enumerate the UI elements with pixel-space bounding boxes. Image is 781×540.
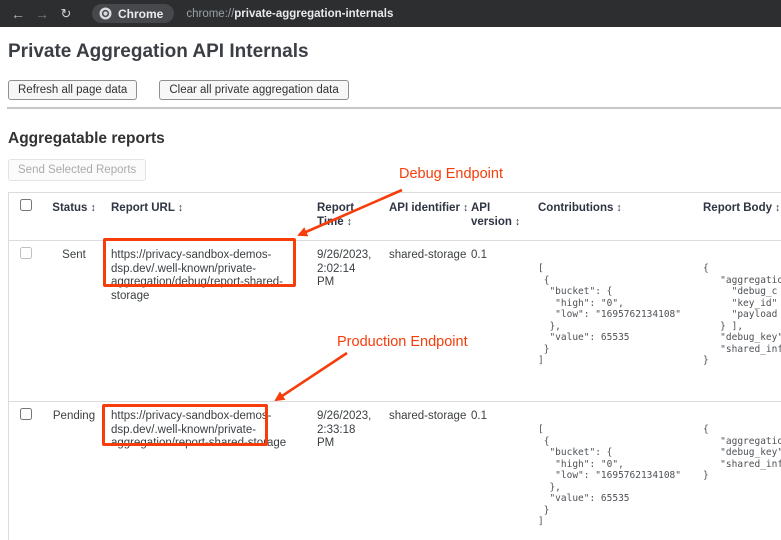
send-selected-reports-button[interactable]: Send Selected Reports	[8, 159, 146, 181]
api-identifier-cell: shared-storage	[385, 241, 467, 401]
header-report-url[interactable]: Report URL↕	[105, 193, 313, 240]
select-all-checkbox[interactable]	[20, 199, 32, 211]
header-contributions[interactable]: Contributions↕	[533, 193, 698, 240]
header-report-body[interactable]: Report Body↕	[698, 193, 781, 240]
chrome-logo-icon	[99, 7, 112, 20]
refresh-all-button[interactable]: Refresh all page data	[8, 80, 137, 100]
header-api-identifier[interactable]: API identifier↕	[385, 193, 467, 240]
browser-toolbar: ← → ↻ Chrome chrome://private-aggregatio…	[0, 0, 781, 27]
header-report-time[interactable]: Report Time↕	[313, 193, 385, 240]
sort-icon: ↕	[90, 202, 95, 214]
sort-icon: ↕	[178, 202, 183, 214]
back-icon[interactable]: ←	[6, 6, 30, 22]
select-all-cell	[9, 193, 43, 240]
section-divider	[7, 107, 781, 109]
header-api-version[interactable]: API version↕	[467, 193, 533, 240]
production-endpoint-annotation: Production Endpoint	[337, 334, 468, 350]
api-version-cell: 0.1	[467, 402, 533, 540]
chrome-badge-label: Chrome	[118, 7, 163, 21]
aggregatable-reports-title: Aggregatable reports	[8, 130, 165, 148]
page-actions: Refresh all page data Clear all private …	[8, 80, 349, 100]
report-body-cell: { "aggregatio "debug_key" "shared_inf }	[698, 402, 781, 540]
table-header-row: Status↕ Report URL↕ Report Time↕ API ide…	[9, 193, 781, 241]
sort-icon: ↕	[347, 216, 352, 228]
status-cell: Pending	[43, 402, 105, 540]
row-checkbox[interactable]	[20, 247, 32, 259]
chrome-badge[interactable]: Chrome	[92, 4, 174, 23]
private-aggregation-internals-page: { "browser": { "back_icon": "←", "forwar…	[0, 0, 781, 540]
header-status[interactable]: Status↕	[43, 193, 105, 240]
sort-icon: ↕	[775, 202, 780, 214]
api-identifier-cell: shared-storage	[385, 402, 467, 540]
address-bar[interactable]: chrome://private-aggregation-internals	[186, 8, 393, 20]
report-time-cell: 9/26/2023, 2:33:18 PM	[313, 402, 385, 540]
debug-url-highlight-box	[103, 238, 296, 287]
sort-icon: ↕	[515, 216, 520, 228]
report-time-cell: 9/26/2023, 2:02:14 PM	[313, 241, 385, 401]
forward-icon[interactable]: →	[30, 6, 54, 22]
contributions-cell: [ { "bucket": { "high": "0", "low": "169…	[533, 241, 698, 401]
page-title: Private Aggregation API Internals	[8, 41, 309, 63]
production-url-highlight-box	[102, 404, 268, 446]
contributions-cell: [ { "bucket": { "high": "0", "low": "169…	[533, 402, 698, 540]
url-path: private-aggregation-internals	[234, 8, 393, 20]
status-cell: Sent	[43, 241, 105, 401]
api-version-cell: 0.1	[467, 241, 533, 401]
report-body-cell: { "aggregatio "debug_c "key_id" "payload…	[698, 241, 781, 401]
row-checkbox[interactable]	[20, 408, 32, 420]
clear-data-button[interactable]: Clear all private aggregation data	[159, 80, 348, 100]
url-scheme: chrome://	[186, 8, 234, 20]
debug-endpoint-annotation: Debug Endpoint	[399, 166, 503, 182]
reload-icon[interactable]: ↻	[54, 6, 78, 22]
sort-icon: ↕	[616, 202, 621, 214]
